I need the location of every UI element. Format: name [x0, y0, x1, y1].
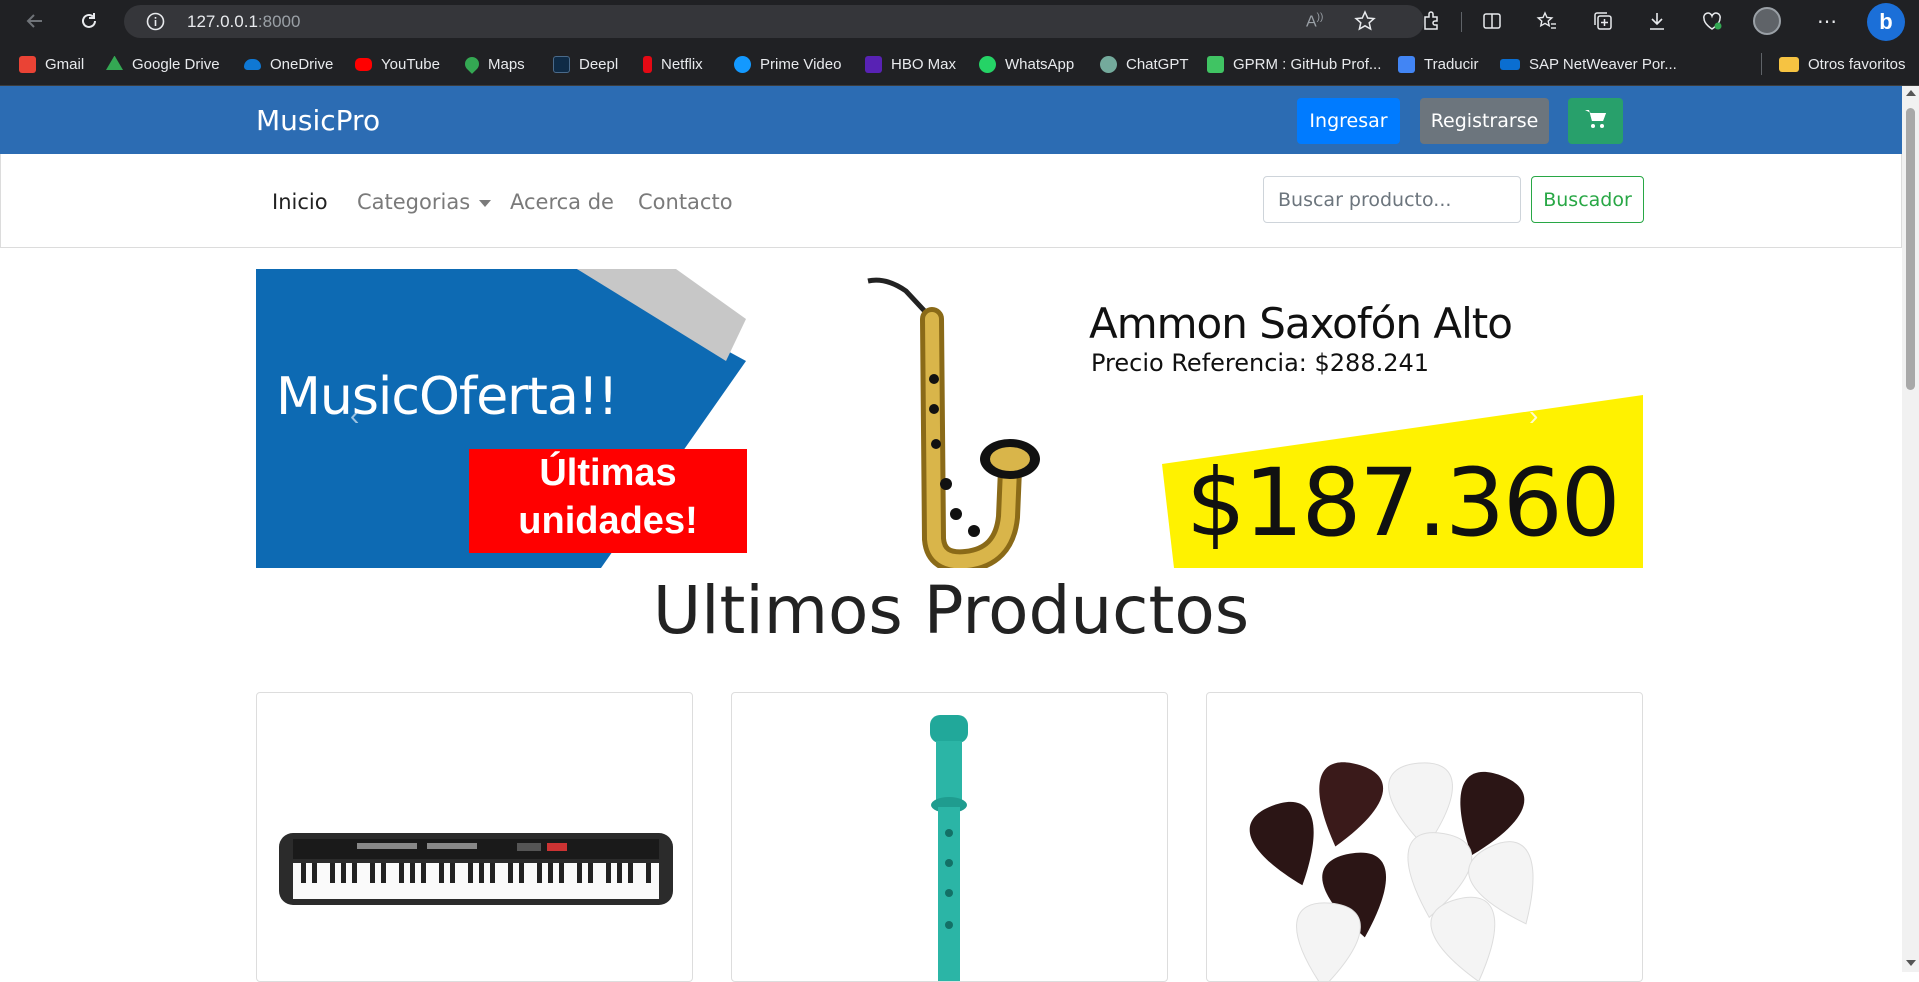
saxophone-image	[867, 277, 1040, 568]
github-profile-icon	[1207, 55, 1224, 73]
address-url: 127.0.0.1:8000	[187, 12, 301, 31]
favorites-icon[interactable]	[1532, 6, 1562, 36]
bookmark-prime-video[interactable]: Prime Video	[734, 53, 841, 75]
banner-reference-price: Precio Referencia: $288.241	[1091, 349, 1430, 377]
product-search-input[interactable]	[1263, 176, 1521, 223]
cart-button[interactable]	[1568, 98, 1623, 144]
carousel-prev-icon[interactable]: ‹	[350, 400, 359, 432]
product-card[interactable]	[256, 692, 693, 982]
chatgpt-icon	[1100, 55, 1117, 73]
browser-essentials-icon[interactable]	[1697, 6, 1727, 36]
bookmark-chatgpt[interactable]: ChatGPT	[1100, 53, 1189, 75]
address-bar[interactable]: 127.0.0.1:8000 A))	[124, 5, 1424, 38]
netflix-icon	[643, 55, 652, 73]
bookmark-traducir[interactable]: Traducir	[1398, 53, 1478, 75]
recorder-flute-image	[930, 715, 968, 981]
scroll-up-icon[interactable]	[1906, 90, 1916, 96]
google-drive-icon	[106, 55, 123, 70]
bookmark-gprm-github[interactable]: GPRM : GitHub Prof...	[1207, 53, 1381, 75]
bookmark-youtube[interactable]: YouTube	[355, 53, 440, 75]
browser-toolbar: 127.0.0.1:8000 A)) ⋯ b	[0, 0, 1919, 43]
favorite-star-icon[interactable]	[1354, 10, 1376, 37]
product-card[interactable]	[1206, 692, 1643, 982]
split-screen-icon[interactable]	[1477, 6, 1507, 36]
banner-last-units: Últimas unidades!	[469, 449, 747, 553]
toolbar-divider	[1461, 12, 1462, 32]
scroll-down-icon[interactable]	[1906, 960, 1916, 966]
site-info-icon[interactable]	[146, 12, 165, 36]
profile-avatar[interactable]	[1752, 6, 1782, 36]
bookmark-onedrive[interactable]: OneDrive	[244, 53, 333, 75]
brand-logo[interactable]: MusicPro	[256, 104, 380, 137]
extensions-icon[interactable]	[1416, 6, 1446, 36]
scrollbar-thumb[interactable]	[1906, 108, 1915, 390]
more-options-icon[interactable]: ⋯	[1812, 6, 1842, 36]
banner-offer-text: MusicOferta!!	[276, 367, 619, 427]
collections-icon[interactable]	[1588, 6, 1618, 36]
product-card[interactable]	[731, 692, 1168, 982]
keyboard-image	[279, 833, 673, 905]
folder-icon	[1779, 56, 1799, 72]
bing-copilot-icon[interactable]: b	[1866, 2, 1906, 42]
search-button[interactable]: Buscador	[1531, 176, 1644, 223]
downloads-icon[interactable]	[1642, 6, 1672, 36]
site-header: MusicPro Ingresar Registrarse	[0, 86, 1902, 154]
sap-icon	[1500, 58, 1520, 70]
bookmark-whatsapp[interactable]: WhatsApp	[979, 53, 1074, 75]
shopping-cart-icon	[1584, 108, 1608, 135]
nav-about[interactable]: Acerca de	[510, 190, 614, 214]
nav-home[interactable]: Inicio	[272, 190, 328, 214]
banner-last-units-line1: Últimas	[539, 452, 677, 494]
maps-pin-icon	[462, 54, 482, 74]
back-icon[interactable]	[20, 6, 50, 36]
prime-video-icon	[734, 55, 751, 73]
bookmark-hbo-max[interactable]: HBO Max	[865, 53, 956, 75]
banner-last-units-line2: unidades!	[518, 500, 698, 542]
deepl-icon	[553, 55, 570, 73]
banner-product-name: Ammon Saxofón Alto	[1089, 299, 1513, 348]
bookmark-other-favorites[interactable]: Otros favoritos	[1779, 53, 1906, 75]
hbo-max-icon	[865, 55, 882, 73]
reload-icon[interactable]	[74, 6, 104, 36]
bookmark-deepl[interactable]: Deepl	[553, 53, 618, 75]
bookmark-google-drive[interactable]: Google Drive	[106, 53, 220, 75]
login-button[interactable]: Ingresar	[1297, 98, 1400, 144]
bookmark-netflix[interactable]: Netflix	[643, 53, 703, 75]
guitar-picks-image	[1249, 762, 1534, 981]
youtube-icon	[355, 57, 372, 71]
bookmark-sap-netweaver[interactable]: SAP NetWeaver Por...	[1500, 53, 1677, 75]
latest-products-title: Ultimos Productos	[652, 572, 1250, 649]
carousel-next-icon[interactable]: ›	[1529, 400, 1538, 432]
promo-carousel: MusicOferta!! Últimas unidades! Ammon Sa…	[256, 269, 1643, 568]
page-scrollbar[interactable]	[1902, 86, 1919, 972]
nav-categories-dropdown[interactable]: Categorias	[357, 190, 491, 214]
register-button[interactable]: Registrarse	[1420, 98, 1549, 144]
nav-contact[interactable]: Contacto	[638, 190, 733, 214]
bookmark-maps[interactable]: Maps	[462, 53, 525, 75]
read-aloud-icon[interactable]: A))	[1306, 12, 1323, 31]
main-navbar: Inicio Categorias Acerca de Contacto Bus…	[0, 154, 1902, 248]
gmail-icon	[19, 55, 36, 73]
nav-categories-label: Categorias	[357, 190, 471, 214]
onedrive-icon	[244, 58, 261, 70]
bookmarks-divider	[1761, 53, 1762, 75]
banner-price: $187.360	[1186, 449, 1621, 558]
google-translate-icon	[1398, 55, 1415, 73]
bookmark-gmail[interactable]: Gmail	[19, 53, 84, 75]
bookmarks-bar: Gmail Google Drive OneDrive YouTube Maps…	[0, 43, 1919, 86]
caret-down-icon	[478, 199, 491, 207]
whatsapp-icon	[979, 55, 996, 73]
